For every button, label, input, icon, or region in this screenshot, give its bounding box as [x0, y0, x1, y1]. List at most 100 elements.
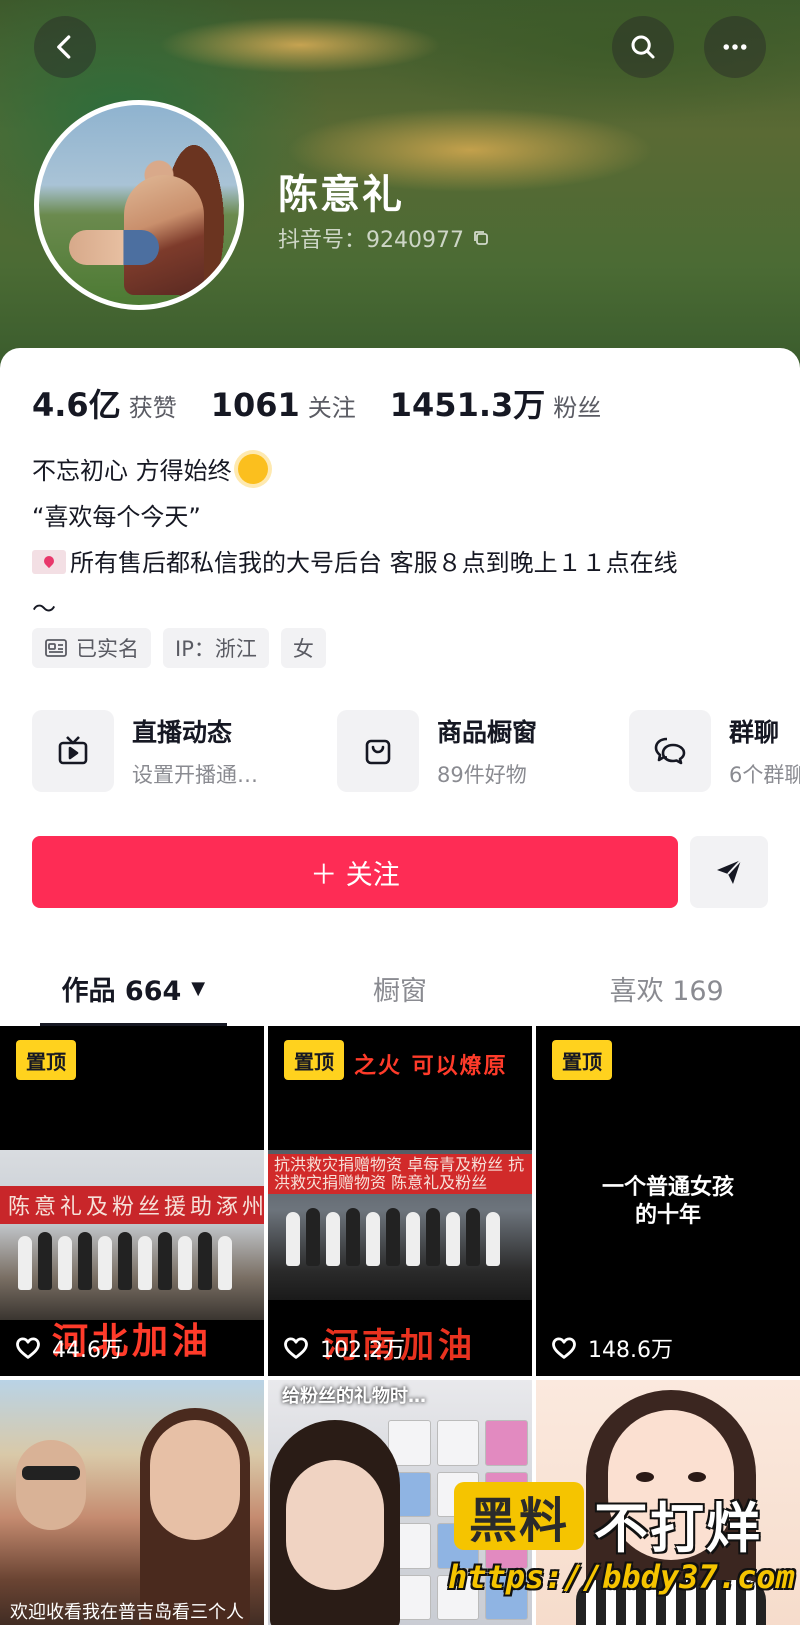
chevron-left-icon [57, 35, 71, 59]
mail-icon [32, 550, 66, 574]
bio-text: 所有售后都私信我的大号后台 客服８点到晚上１１点在线 [70, 549, 678, 577]
tab-label: 橱窗 [373, 975, 427, 1007]
stat-value: 1451.3万 [389, 386, 546, 424]
video-overlay-text: 一个普通女孩 的十年 [536, 1174, 800, 1230]
tag-label: 已实名 [76, 637, 139, 661]
tag-label: 女 [292, 637, 314, 661]
watermark-slogan: 不打烊 [594, 1497, 762, 1560]
video-thumbnail[interactable]: 一个普通女孩 的十年 置顶 148.6万 [536, 1026, 800, 1376]
heart-icon [284, 1337, 308, 1359]
tag-label: IP：浙江 [175, 637, 257, 661]
profile-tags: 已实名 IP：浙江 女 [32, 628, 326, 668]
video-people [18, 1226, 248, 1290]
douyin-id[interactable]: 抖音号：9240977 [278, 222, 490, 254]
avatar[interactable] [34, 100, 244, 310]
pinned-badge: 置顶 [284, 1040, 344, 1080]
feature-subtitle: 设置开播通… [132, 763, 258, 787]
stat-following[interactable]: 1061 关注 [211, 386, 356, 424]
stat-followers[interactable]: 1451.3万 粉丝 [390, 380, 602, 426]
feature-shortcuts: 直播动态 设置开播通… 商品橱窗 89件好物 群聊 6个群聊 [32, 710, 800, 792]
tab-likes[interactable]: 喜欢 169 [533, 950, 800, 1026]
watermark: 黑料 不打烊 https://bbdy37.com [448, 1482, 800, 1625]
search-button[interactable] [612, 16, 674, 78]
bio: 不忘初心 方得始终 “喜欢每个今天” 所有售后都私信我的大号后台 客服８点到晚上… [32, 448, 772, 632]
chat-bubbles-icon [654, 737, 686, 765]
watermark-logo: 黑料 [454, 1482, 584, 1550]
sun-icon [237, 454, 268, 484]
bio-text: 不忘初心 方得始终 [32, 457, 232, 485]
video-banner-text: 抗洪救灾捐赠物资 卓每青及粉丝 抗洪救灾捐赠物资 陈意礼及粉丝 [268, 1154, 532, 1194]
video-person-face [286, 1460, 384, 1590]
bio-line-3: 所有售后都私信我的大号后台 客服８点到晚上１１点在线 [32, 540, 772, 586]
heart-icon [16, 1337, 40, 1359]
feature-title: 商品橱窗 [437, 718, 538, 747]
bio-line-1: 不忘初心 方得始终 [32, 448, 772, 494]
like-count-text: 44.6万 [52, 1338, 123, 1363]
copy-icon[interactable] [472, 229, 490, 247]
stat-value: 1061 [210, 386, 300, 424]
stats-row: 4.6亿 获赞 1061 关注 1451.3万 粉丝 [32, 380, 635, 426]
watermark-url: https://bbdy37.com [448, 1558, 795, 1596]
live-tv-icon [58, 736, 88, 765]
tab-label: 喜欢 169 [609, 975, 724, 1007]
like-count-text: 102.2万 [320, 1338, 405, 1363]
video-thumbnail[interactable]: 之火 可以燎原 抗洪救灾捐赠物资 卓每青及粉丝 抗洪救灾捐赠物资 陈意礼及粉丝 … [268, 1026, 532, 1376]
pinned-badge: 置顶 [552, 1040, 612, 1080]
video-banner-text: 陈意礼及粉丝援助涿州 [0, 1186, 264, 1224]
feature-icon-box [32, 710, 114, 792]
video-person-face [16, 1440, 86, 1530]
video-caption: 给粉丝的礼物时… [282, 1386, 426, 1407]
feature-group-chat[interactable]: 群聊 6个群聊 [629, 710, 800, 792]
heart-icon [552, 1337, 576, 1359]
tag-gender: 女 [280, 628, 326, 668]
avatar-legs [69, 230, 159, 265]
video-person-face [150, 1420, 240, 1540]
like-count: 102.2万 [282, 1332, 405, 1364]
like-count: 148.6万 [550, 1332, 673, 1364]
video-overlay-line: 的十年 [634, 1203, 701, 1228]
feature-live[interactable]: 直播动态 设置开播通… [32, 710, 307, 792]
stat-label: 获赞 [128, 394, 177, 422]
video-people [286, 1202, 516, 1266]
bio-line-2: “喜欢每个今天” [32, 503, 201, 531]
video-thumbnail[interactable]: 欢迎收看我在普吉岛看三个人 [0, 1380, 264, 1625]
caret-down-icon: ▼ [191, 977, 206, 999]
tab-label: 作品 664 [61, 975, 182, 1007]
search-icon [631, 35, 655, 59]
more-dots-icon [723, 44, 747, 50]
send-icon [717, 859, 742, 884]
video-caption: 欢迎收看我在普吉岛看三个人 [10, 1602, 244, 1623]
tag-ip: IP：浙江 [163, 628, 269, 668]
stat-label: 关注 [307, 394, 356, 422]
id-card-icon [45, 639, 67, 657]
like-count-text: 148.6万 [588, 1338, 673, 1363]
content-tabs: 作品 664 ▼ 橱窗 喜欢 169 [0, 950, 800, 1026]
feature-icon-box [629, 710, 711, 792]
video-thumbnail[interactable]: 陈意礼及粉丝援助涿州 河北加油 置顶 44.6万 [0, 1026, 264, 1376]
feature-title: 群聊 [729, 718, 780, 747]
stat-likes[interactable]: 4.6亿 获赞 [32, 380, 177, 426]
more-options-button[interactable] [704, 16, 766, 78]
send-message-button[interactable] [690, 836, 768, 908]
back-button[interactable] [34, 16, 96, 78]
stat-value: 4.6亿 [32, 386, 121, 424]
feature-title: 直播动态 [132, 718, 233, 747]
video-person-eye [636, 1472, 654, 1482]
follow-button[interactable]: ＋ 关注 [32, 836, 678, 908]
tab-shop-window[interactable]: 橱窗 [267, 950, 534, 1026]
feature-icon-box [337, 710, 419, 792]
video-overlay-line: 一个普通女孩 [601, 1175, 734, 1200]
shopping-bag-icon [365, 739, 391, 765]
bio-line-4: ～ [32, 595, 56, 623]
feature-subtitle: 6个群聊 [729, 763, 800, 787]
pinned-badge: 置顶 [16, 1040, 76, 1080]
tab-works[interactable]: 作品 664 ▼ [0, 950, 267, 1026]
feature-subtitle: 89件好物 [437, 763, 527, 787]
stat-label: 粉丝 [553, 394, 602, 422]
tag-verified[interactable]: 已实名 [32, 628, 151, 668]
feature-shop-window[interactable]: 商品橱窗 89件好物 [337, 710, 599, 792]
profile-name: 陈意礼 [278, 172, 404, 218]
video-person-eye [688, 1472, 706, 1482]
like-count: 44.6万 [14, 1332, 123, 1364]
video-headline-text: 之火 可以燎原 [354, 1054, 508, 1079]
